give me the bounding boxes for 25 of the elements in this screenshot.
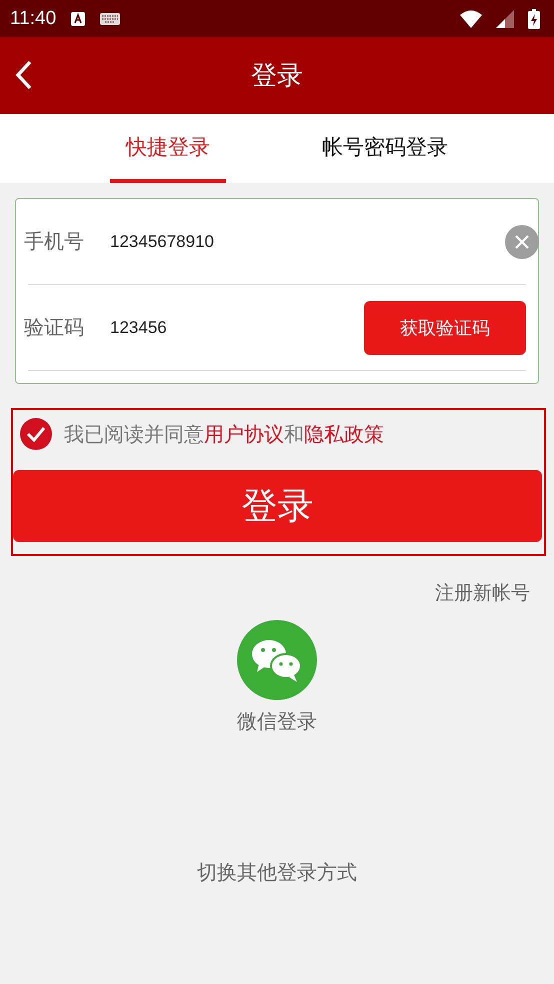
wechat-login-label[interactable]: 微信登录	[237, 708, 317, 735]
font-icon	[70, 10, 86, 26]
agreement-link[interactable]: 用户协议	[204, 422, 284, 446]
field-label: 验证码	[24, 314, 85, 341]
phone-input-field[interactable]: 12345678910	[110, 232, 505, 252]
keyboard-icon	[100, 12, 120, 24]
get-code-button[interactable]: 获取验证码	[364, 300, 526, 354]
login-tab[interactable]: 快捷登录	[110, 114, 226, 183]
wifi-icon	[460, 10, 482, 28]
back-icon[interactable]	[14, 59, 34, 91]
battery-icon	[528, 8, 540, 28]
code-input-field[interactable]: 123456	[110, 318, 364, 338]
agreement-link[interactable]: 隐私政策	[304, 422, 384, 446]
clear-icon[interactable]	[505, 224, 539, 258]
chat-bubbles-icon[interactable]	[237, 620, 317, 700]
agreement-text: 我已阅读并同意用户协议和隐私政策	[64, 420, 384, 448]
login-tab[interactable]: 帐号密码登录	[306, 114, 464, 183]
clock-time: 11:40	[10, 8, 56, 30]
switch-login-link[interactable]: 切换其他登录方式	[197, 859, 357, 886]
checkbox[interactable]	[20, 418, 52, 450]
register-link[interactable]: 注册新帐号	[435, 580, 530, 606]
login-button[interactable]: 登录	[13, 470, 542, 542]
field-label: 手机号	[24, 228, 85, 255]
signal-icon	[496, 10, 514, 28]
page-title: 登录	[251, 60, 303, 93]
